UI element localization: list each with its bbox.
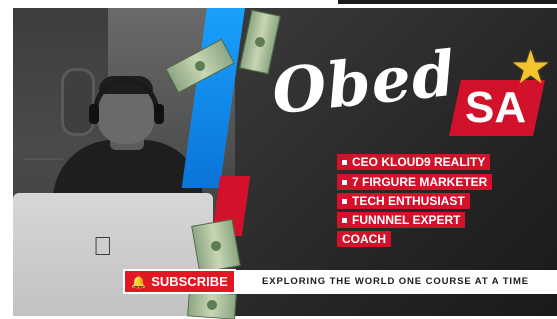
role-tag: COACH: [337, 231, 391, 247]
bell-icon: 🔔: [131, 274, 147, 289]
subscribe-label: SUBSCRIBE: [151, 274, 228, 289]
star-icon: ★: [510, 41, 552, 93]
role-tag: CEO KLOUD9 REALITY: [337, 154, 491, 170]
tagline: EXPLORING THE WORLD ONE COURSE AT A TIME: [262, 276, 529, 287]
top-edge-strip: [338, 0, 557, 4]
apple-logo-icon: : [93, 233, 113, 259]
role-label: 7 FIRGURE MARKETER: [352, 175, 488, 189]
banknote-icon: [191, 218, 241, 274]
role-label: COACH: [342, 232, 386, 246]
wall-shelf: [23, 158, 63, 160]
headphone-left-cup: [89, 104, 99, 124]
wall-frame: [61, 68, 95, 136]
role-tag: TECH ENTHUSIAST: [337, 193, 470, 209]
bullet-icon: [342, 218, 347, 224]
headphone-right-cup: [154, 104, 164, 124]
bullet-icon: [342, 199, 347, 205]
banknote-icon: [187, 290, 237, 319]
bullet-icon: [342, 180, 347, 186]
bullet-icon: [342, 160, 347, 166]
logo-first-name: Obed: [268, 36, 460, 129]
laptop: [13, 193, 213, 316]
subscribe-button[interactable]: 🔔 SUBSCRIBE: [123, 269, 236, 294]
role-label: CEO KLOUD9 REALITY: [352, 155, 486, 169]
role-tag: FUNNNEL EXPERT: [337, 212, 466, 228]
role-tag: 7 FIRGURE MARKETER: [337, 174, 493, 190]
role-label: FUNNNEL EXPERT: [352, 213, 461, 227]
youtube-banner-canvas:  Obed SA ★ CEO KLOUD9 REALITY 7 FIRGURE…: [0, 0, 557, 319]
role-label: TECH ENTHUSIAST: [352, 194, 465, 208]
